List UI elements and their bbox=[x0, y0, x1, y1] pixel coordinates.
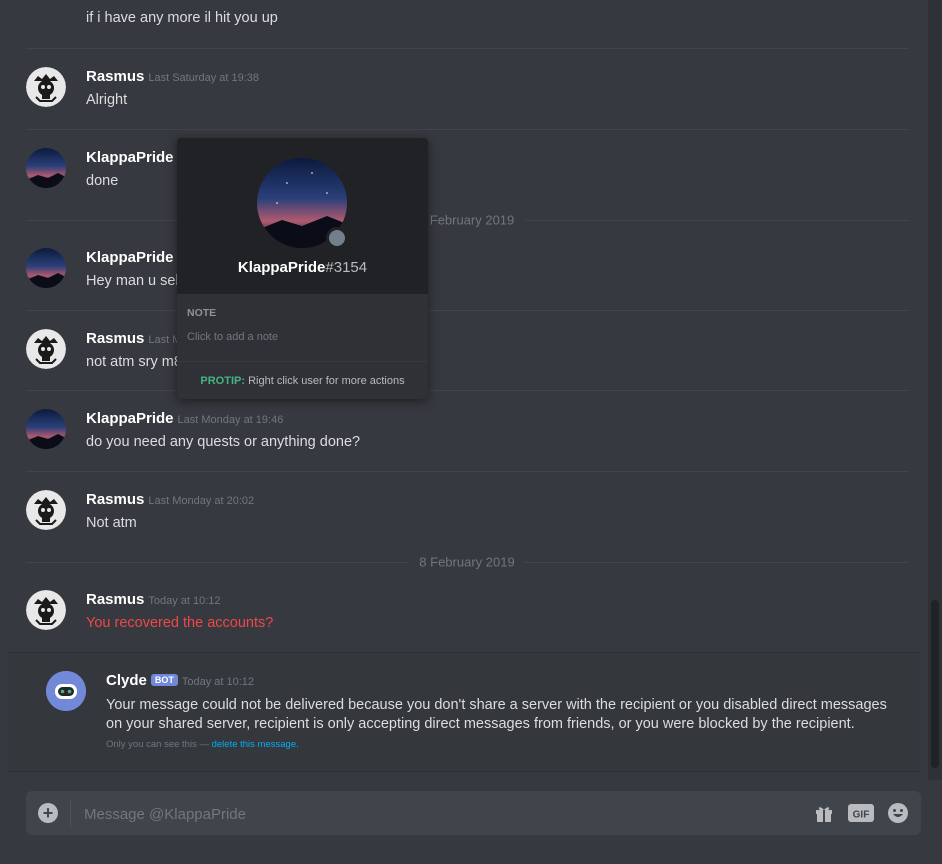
date-divider: 8 February 2019 bbox=[26, 554, 908, 570]
clyde-text: Your message could not be delivered beca… bbox=[106, 697, 887, 732]
message-text: Not atm bbox=[86, 515, 137, 531]
discriminator: #3154 bbox=[325, 259, 368, 276]
timestamp: Last Saturday at 19:38 bbox=[148, 72, 260, 84]
protip: PROTIP: Right click user for more action… bbox=[177, 375, 428, 387]
username[interactable]: Rasmus Last Monday at 20:02 bbox=[86, 491, 254, 508]
date-divider: February 2019 bbox=[26, 212, 908, 228]
message-list[interactable]: if i have any more il hit you up Rasmus L… bbox=[0, 0, 928, 780]
galaxy-avatar-icon bbox=[26, 248, 66, 288]
message-text: Alright bbox=[86, 92, 128, 108]
popout-header: KlappaPride#3154 bbox=[177, 138, 428, 294]
message-text: if i have any more il hit you up bbox=[86, 10, 278, 26]
plus-icon[interactable]: + bbox=[38, 803, 58, 823]
message-text: You recovered the accounts? bbox=[86, 615, 274, 631]
username[interactable]: Rasmus Last M bbox=[86, 330, 181, 347]
username[interactable]: KlappaPride Last Monday at 19:46 bbox=[86, 410, 283, 427]
popout-divider bbox=[177, 361, 428, 362]
bot-tag: BOT bbox=[150, 674, 178, 686]
clyde-avatar[interactable] bbox=[46, 671, 86, 711]
skull-avatar-icon bbox=[26, 490, 66, 530]
clyde-robot-icon bbox=[46, 671, 86, 711]
user-popout: KlappaPride#3154 NOTE Click to add a not… bbox=[177, 138, 428, 399]
message-text: not atm sry m8 bbox=[86, 354, 182, 370]
clyde-username[interactable]: Clyde BOT Today at 10:12 bbox=[106, 672, 254, 689]
skull-avatar-icon bbox=[26, 329, 66, 369]
message-input[interactable] bbox=[82, 801, 786, 827]
timestamp: Today at 10:12 bbox=[181, 676, 255, 688]
username[interactable]: KlappaPride bbox=[86, 149, 178, 166]
message-text: Hey man u sell bbox=[86, 273, 182, 289]
gif-icon[interactable]: GIF bbox=[848, 804, 874, 822]
status-indicator bbox=[326, 227, 348, 249]
protip-label: PROTIP: bbox=[200, 375, 246, 387]
avatar[interactable] bbox=[26, 248, 66, 288]
message-separator bbox=[26, 390, 908, 391]
emoji-icon[interactable] bbox=[887, 802, 909, 824]
message-separator bbox=[26, 471, 908, 472]
avatar[interactable] bbox=[26, 409, 66, 449]
composer-divider bbox=[70, 799, 71, 827]
timestamp: Last Monday at 20:02 bbox=[148, 495, 255, 507]
avatar[interactable] bbox=[26, 590, 66, 630]
message-separator bbox=[26, 48, 908, 49]
timestamp: Today at 10:12 bbox=[148, 595, 221, 607]
skull-avatar-icon bbox=[26, 67, 66, 107]
galaxy-avatar-icon bbox=[26, 409, 66, 449]
avatar[interactable] bbox=[26, 329, 66, 369]
scrollbar-thumb[interactable] bbox=[931, 600, 939, 768]
message-composer: + GIF bbox=[26, 791, 921, 835]
message-text: done bbox=[86, 173, 119, 189]
username[interactable]: Rasmus Today at 10:12 bbox=[86, 591, 221, 608]
avatar[interactable] bbox=[26, 148, 66, 188]
note-title: NOTE bbox=[187, 307, 217, 319]
skull-avatar-icon bbox=[26, 590, 66, 630]
ephemeral-note: Only you can see this — delete this mess… bbox=[106, 739, 299, 750]
username[interactable]: Rasmus Last Saturday at 19:38 bbox=[86, 68, 259, 85]
username[interactable]: KlappaPride bbox=[86, 249, 178, 266]
galaxy-avatar-icon bbox=[26, 148, 66, 188]
svg-text:GIF: GIF bbox=[853, 810, 870, 821]
message-separator bbox=[26, 129, 908, 130]
delete-message-link[interactable]: delete this message. bbox=[212, 739, 299, 750]
timestamp: Last Monday at 19:46 bbox=[177, 414, 284, 426]
note-input[interactable]: Click to add a note bbox=[187, 331, 278, 343]
message-separator bbox=[26, 310, 908, 311]
message-text: do you need any quests or anything done? bbox=[86, 434, 361, 450]
protip-text: Right click user for more actions bbox=[248, 375, 405, 387]
popout-username[interactable]: KlappaPride#3154 bbox=[177, 259, 428, 276]
avatar[interactable] bbox=[26, 67, 66, 107]
gift-icon[interactable] bbox=[814, 803, 834, 823]
clyde-message: Clyde BOT Today at 10:12 Your message coul… bbox=[8, 652, 920, 772]
avatar[interactable] bbox=[26, 490, 66, 530]
